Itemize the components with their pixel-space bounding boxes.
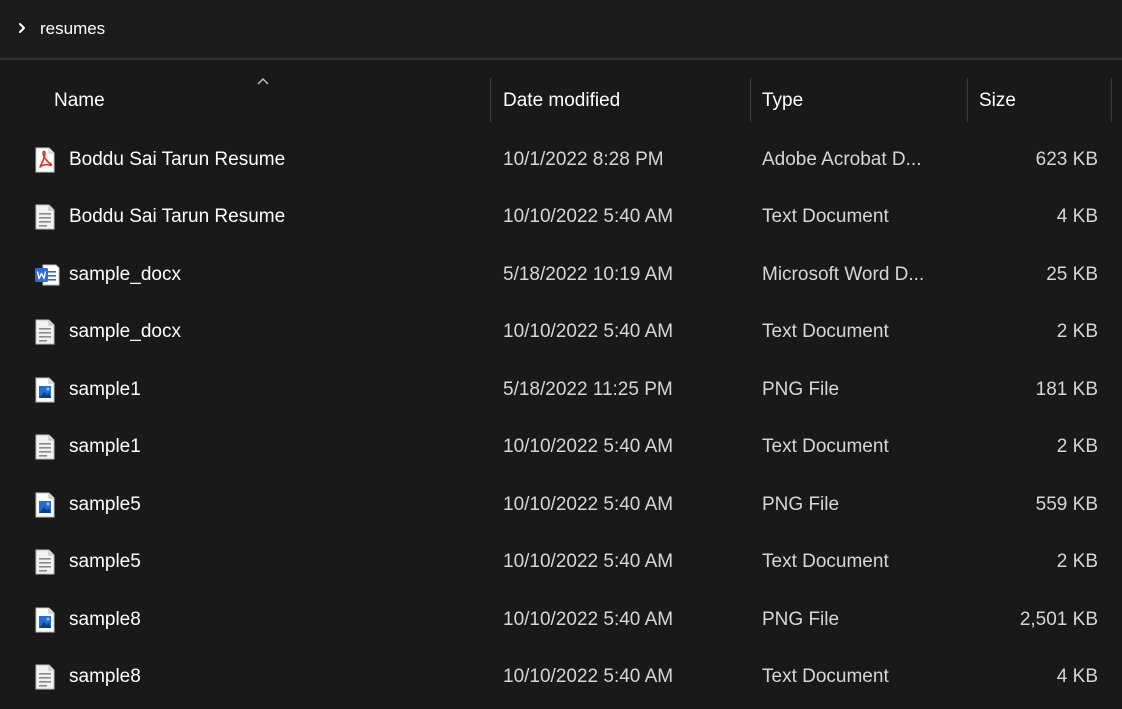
file-row[interactable]: sample8 10/10/2022 5:40 AM Text Document… (0, 649, 1122, 707)
file-type: PNG File (762, 493, 840, 515)
file-name: sample5 (69, 493, 141, 515)
file-name: sample_docx (69, 321, 181, 343)
file-explorer-window: resumes Name Date modified Type Size Bod (0, 0, 1122, 709)
text-file-icon (34, 549, 56, 575)
chevron-right-icon[interactable] (14, 20, 30, 36)
file-date-modified: 10/10/2022 5:40 AM (503, 666, 674, 688)
file-row[interactable]: sample_docx 10/10/2022 5:40 AM Text Docu… (0, 304, 1122, 362)
file-size: 559 KB (1035, 493, 1098, 515)
file-size: 25 KB (1046, 263, 1098, 285)
file-size: 4 KB (1056, 206, 1098, 228)
file-row[interactable]: Boddu Sai Tarun Resume 10/10/2022 5:40 A… (0, 189, 1122, 247)
column-resize-handle[interactable] (1111, 78, 1112, 122)
file-name: sample1 (69, 378, 141, 400)
file-type: Text Document (762, 321, 889, 343)
text-file-icon (34, 664, 56, 690)
file-date-modified: 10/10/2022 5:40 AM (503, 321, 674, 343)
file-name: Boddu Sai Tarun Resume (69, 148, 286, 170)
sort-ascending-icon (256, 76, 270, 86)
file-type: PNG File (762, 608, 840, 630)
file-name: sample_docx (69, 263, 181, 285)
file-date-modified: 5/18/2022 11:25 PM (503, 378, 673, 400)
file-date-modified: 10/10/2022 5:40 AM (503, 436, 674, 458)
column-header-row: Name Date modified Type Size (0, 62, 1122, 126)
file-row[interactable]: sample_docx 5/18/2022 10:19 AM Microsoft… (0, 246, 1122, 304)
file-name: sample1 (69, 436, 141, 458)
column-resize-handle[interactable] (750, 78, 751, 122)
file-date-modified: 5/18/2022 10:19 AM (503, 263, 674, 285)
address-bar[interactable]: resumes (0, 0, 1122, 60)
file-row[interactable]: sample1 5/18/2022 11:25 PM PNG File 181 … (0, 361, 1122, 419)
image-file-icon (34, 377, 56, 403)
file-size: 623 KB (1035, 148, 1098, 170)
file-name: sample5 (69, 551, 141, 573)
file-row[interactable]: sample1 10/10/2022 5:40 AM Text Document… (0, 419, 1122, 477)
file-type: Text Document (762, 206, 889, 228)
file-size: 181 KB (1035, 378, 1098, 400)
file-size: 2 KB (1056, 321, 1098, 343)
column-resize-handle[interactable] (490, 78, 491, 122)
text-file-icon (34, 434, 56, 460)
file-date-modified: 10/10/2022 5:40 AM (503, 551, 674, 573)
image-file-icon (34, 607, 56, 633)
text-file-icon (34, 319, 56, 345)
file-type: Text Document (762, 436, 889, 458)
file-size: 4 KB (1056, 666, 1098, 688)
file-type: PNG File (762, 378, 840, 400)
file-row[interactable]: sample5 10/10/2022 5:40 AM Text Document… (0, 534, 1122, 592)
file-size: 2 KB (1056, 551, 1098, 573)
column-header-date-modified[interactable]: Date modified (503, 90, 620, 112)
image-file-icon (34, 492, 56, 518)
file-name: Boddu Sai Tarun Resume (69, 206, 286, 228)
column-header-name[interactable]: Name (54, 90, 105, 112)
column-header-type[interactable]: Type (762, 90, 803, 112)
column-resize-handle[interactable] (967, 78, 968, 122)
column-header-size[interactable]: Size (979, 90, 1016, 112)
file-name: sample8 (69, 666, 141, 688)
file-date-modified: 10/10/2022 5:40 AM (503, 206, 674, 228)
file-date-modified: 10/1/2022 8:28 PM (503, 148, 664, 170)
file-type: Microsoft Word D... (762, 263, 925, 285)
file-type: Text Document (762, 666, 889, 688)
file-type: Adobe Acrobat D... (762, 148, 922, 170)
file-row[interactable]: Boddu Sai Tarun Resume 10/1/2022 8:28 PM… (0, 131, 1122, 189)
file-name: sample8 (69, 608, 141, 630)
file-row[interactable]: sample8 10/10/2022 5:40 AM PNG File 2,50… (0, 591, 1122, 649)
file-date-modified: 10/10/2022 5:40 AM (503, 608, 674, 630)
file-list: Boddu Sai Tarun Resume 10/1/2022 8:28 PM… (0, 131, 1122, 706)
file-row[interactable]: sample5 10/10/2022 5:40 AM PNG File 559 … (0, 476, 1122, 534)
text-file-icon (34, 204, 56, 230)
file-size: 2,501 KB (1019, 608, 1098, 630)
file-size: 2 KB (1056, 436, 1098, 458)
file-type: Text Document (762, 551, 889, 573)
file-date-modified: 10/10/2022 5:40 AM (503, 493, 674, 515)
pdf-icon (34, 147, 56, 173)
word-icon (34, 262, 60, 288)
breadcrumb-item-resumes[interactable]: resumes (40, 19, 105, 39)
